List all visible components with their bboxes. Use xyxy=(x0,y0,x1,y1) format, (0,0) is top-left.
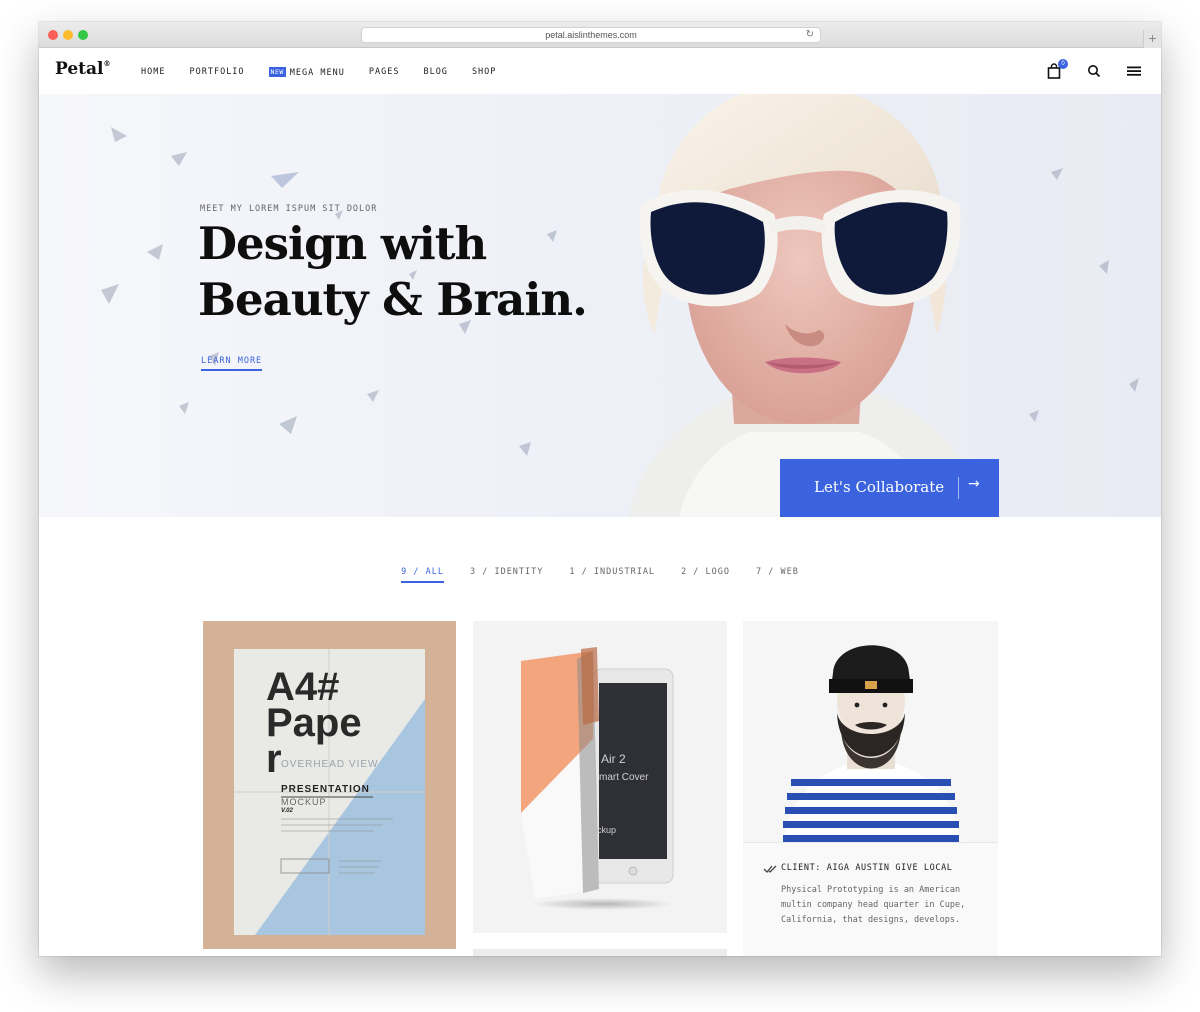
filter-identity[interactable]: 3 / IDENTITY xyxy=(470,567,543,583)
address-bar-url: petal.aislinthemes.com xyxy=(545,30,637,40)
portfolio-filters: 9 / ALL 3 / IDENTITY 1 / INDUSTRIAL 2 / … xyxy=(39,567,1161,583)
arrow-right-icon: → xyxy=(968,476,980,492)
bearded-man-illustration xyxy=(743,621,998,843)
zoom-window-button[interactable] xyxy=(78,30,88,40)
filter-industrial[interactable]: 1 / INDUSTRIAL xyxy=(569,567,655,583)
browser-window: petal.aislinthemes.com ↻ + Petal® HOME P… xyxy=(39,22,1161,956)
site-logo[interactable]: Petal® xyxy=(55,59,110,79)
portfolio-item-next-preview xyxy=(473,949,727,956)
paper-line-1: A4# xyxy=(266,665,340,709)
search-icon[interactable] xyxy=(1087,63,1103,79)
hero-title-line-1: Design with xyxy=(198,217,487,270)
paper-presentation: PRESENTATION xyxy=(281,784,370,795)
browser-titlebar: petal.aislinthemes.com ↻ + xyxy=(39,22,1161,48)
hero-title: Design with Beauty & Brain. xyxy=(198,216,638,328)
portfolio-item-aiga-austin[interactable]: CLIENT: AIGA AUSTIN GIVE LOCAL Physical … xyxy=(743,621,998,956)
nav-link-portfolio[interactable]: PORTFOLIO xyxy=(189,67,244,78)
cart-count-badge: 0 xyxy=(1058,59,1068,69)
tablet-line-1: Air 2 xyxy=(601,752,626,766)
filter-all[interactable]: 9 / ALL xyxy=(401,567,444,583)
minimize-window-button[interactable] xyxy=(63,30,73,40)
filter-web[interactable]: 7 / WEB xyxy=(756,567,799,583)
client-label: CLIENT: AIGA AUSTIN GIVE LOCAL xyxy=(781,863,953,873)
hero-eyebrow: MEET MY LOREM ISPUM SIT DOLOR xyxy=(200,204,378,214)
search-icon-graphic xyxy=(1088,65,1101,78)
tablet-line-3: ckup xyxy=(597,825,617,835)
cta-divider xyxy=(958,477,959,499)
nav-link-shop[interactable]: SHOP xyxy=(472,67,496,78)
client-description: Physical Prototyping is an American mult… xyxy=(781,885,966,925)
new-tab-button[interactable]: + xyxy=(1143,30,1161,48)
main-nav: HOME PORTFOLIO NEW MEGA MENU PAGES BLOG S… xyxy=(141,67,520,78)
nav-link-mega-menu-label: MEGA MENU xyxy=(289,68,345,78)
paper-overhead: OVERHEAD VIEW xyxy=(281,759,379,770)
hero-section: MEET MY LOREM ISPUM SIT DOLOR Design wit… xyxy=(39,94,1161,517)
portfolio-item-tablet-cover[interactable]: Air 2 mart Cover ckup xyxy=(473,621,727,933)
address-bar[interactable]: petal.aislinthemes.com ↻ xyxy=(361,27,821,43)
nav-link-home[interactable]: HOME xyxy=(141,67,165,78)
lets-collaborate-button[interactable]: Let's Collaborate → xyxy=(780,459,999,517)
nav-link-blog[interactable]: BLOG xyxy=(423,67,447,78)
nav-link-mega-menu[interactable]: NEW MEGA MENU xyxy=(268,67,345,78)
filter-logo[interactable]: 2 / LOGO xyxy=(681,567,730,583)
close-window-button[interactable] xyxy=(48,30,58,40)
hamburger-icon-graphic xyxy=(1127,66,1141,76)
paper-version: V.02 xyxy=(281,808,293,814)
bag-icon[interactable]: 0 xyxy=(1047,59,1068,79)
double-check-icon xyxy=(763,865,777,873)
site-logo-text: Petal xyxy=(55,59,104,79)
learn-more-link[interactable]: LEARN MORE xyxy=(201,356,263,371)
site-header: Petal® HOME PORTFOLIO NEW MEGA MENU PAGES… xyxy=(39,48,1161,94)
nav-link-pages[interactable]: PAGES xyxy=(369,67,400,78)
hero-portrait-image xyxy=(629,94,989,517)
portfolio-item-paper-mockup[interactable]: A4# Pape r OVERHEAD VIEW PRESENTATION MO… xyxy=(203,621,456,949)
registered-mark: ® xyxy=(103,59,111,68)
reload-icon[interactable]: ↻ xyxy=(806,28,814,42)
card-divider xyxy=(743,842,998,843)
header-actions: 0 xyxy=(1023,59,1143,79)
hamburger-icon[interactable] xyxy=(1127,63,1143,79)
hero-title-line-2: Beauty & Brain. xyxy=(198,273,588,326)
lets-collaborate-label: Let's Collaborate xyxy=(814,478,945,496)
new-badge: NEW xyxy=(268,67,286,77)
paper-mockup: MOCKUP xyxy=(281,797,327,807)
paper-line-2: Pape xyxy=(266,701,362,745)
tablet-line-2: mart Cover xyxy=(599,772,649,783)
